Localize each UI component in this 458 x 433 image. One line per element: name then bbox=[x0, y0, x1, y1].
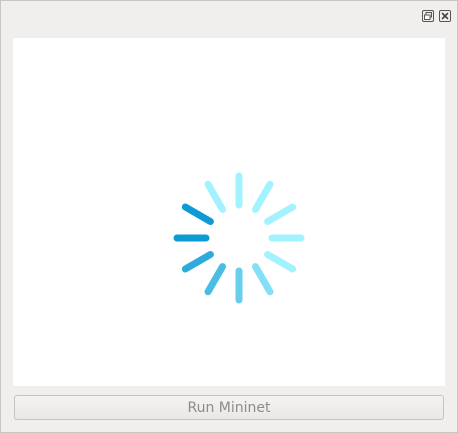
spinner-spoke bbox=[181, 203, 214, 225]
spinner-spoke bbox=[181, 251, 214, 273]
spinner-spoke bbox=[252, 180, 274, 213]
spinner-spoke bbox=[204, 263, 226, 296]
spinner-spoke bbox=[264, 203, 297, 225]
run-mininet-button[interactable]: Run Mininet bbox=[14, 395, 444, 420]
restore-window-icon bbox=[422, 10, 434, 22]
loading-spinner-icon bbox=[173, 172, 305, 304]
title-bar bbox=[1, 1, 457, 31]
spinner-spoke bbox=[264, 251, 297, 273]
spinner-spoke bbox=[252, 263, 274, 296]
canvas-area bbox=[13, 38, 445, 386]
close-window-button[interactable] bbox=[439, 10, 451, 22]
window-frame: Run Mininet bbox=[0, 0, 458, 433]
spinner-spoke bbox=[204, 180, 226, 213]
close-window-icon bbox=[439, 10, 451, 22]
restore-window-button[interactable] bbox=[422, 10, 434, 22]
